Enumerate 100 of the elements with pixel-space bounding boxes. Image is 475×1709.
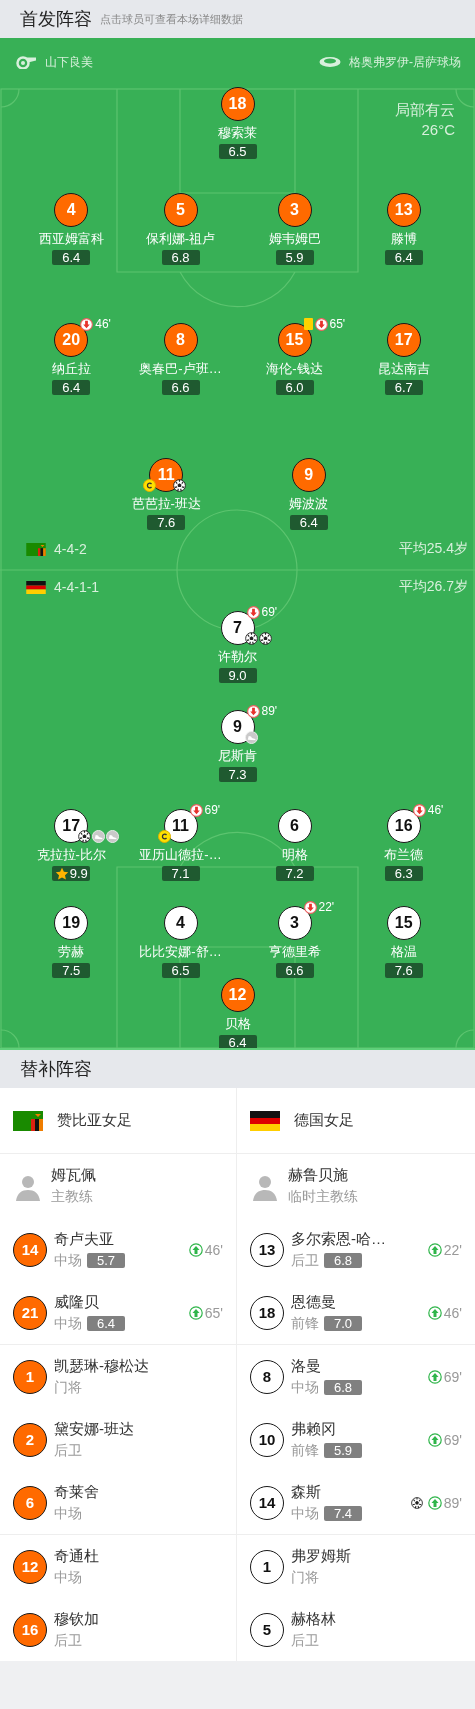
player-number[interactable]: 21 [13, 1295, 47, 1330]
player-number[interactable]: 12 [220, 978, 255, 1012]
player-name: 西亚姆富科 [38, 231, 104, 247]
substitution-in-icon [427, 1305, 442, 1320]
flag-icon [250, 1110, 280, 1131]
player-number[interactable]: 5 [250, 1612, 284, 1647]
football-icon [410, 1496, 423, 1509]
player-name: 亨德里希 [268, 944, 321, 960]
substitution-in-icon [427, 1369, 442, 1384]
player-position: 中场 [54, 1251, 82, 1270]
rating: 6.5 [171, 963, 190, 978]
rating: 9.9 [69, 866, 88, 881]
player-number[interactable]: 19 [54, 906, 89, 940]
player-number[interactable]: 2 [13, 1422, 47, 1457]
rating: 6.8 [324, 1253, 362, 1268]
rating: 7.0 [324, 1316, 362, 1331]
rating: 5.9 [285, 250, 304, 265]
player-name: 凯瑟琳-穆松达 [54, 1356, 149, 1376]
substitution-in-icon [427, 1495, 442, 1510]
player-number[interactable]: 5 [163, 193, 198, 227]
substitution-off-icon [303, 900, 317, 914]
player-number[interactable]: 1 [13, 1359, 47, 1394]
player-name: 明格 [281, 847, 308, 863]
player-number[interactable]: 12 [13, 1549, 47, 1584]
referee-name: 山下良美 [45, 53, 93, 71]
player-number[interactable]: 15 [277, 323, 312, 357]
player-number[interactable]: 20 [54, 323, 89, 357]
player-number[interactable]: 14 [13, 1232, 47, 1267]
substitution-minute: 46' [443, 1304, 462, 1321]
football-icon [258, 632, 272, 645]
player-name: 森斯 [291, 1482, 322, 1502]
substitution-minute: 22' [318, 900, 335, 914]
player-number[interactable]: 16 [13, 1612, 47, 1647]
player-number[interactable]: 13 [386, 193, 421, 227]
flag-icon [13, 1110, 43, 1131]
player-position: 门将 [291, 1568, 319, 1587]
player-name: 海伦-钱达 [266, 361, 323, 377]
player-name: 昆达南吉 [377, 361, 430, 377]
coach-role: 临时主教练 [288, 1188, 358, 1206]
player-number[interactable]: 6 [277, 809, 312, 843]
player-number[interactable]: 17 [386, 323, 421, 357]
rating: 7.6 [394, 963, 413, 978]
coach-name: 姆瓦佩 [51, 1166, 96, 1185]
rating: 6.4 [394, 250, 413, 265]
substitution-off-icon [314, 317, 328, 331]
rating: 7.1 [171, 866, 190, 881]
player-number[interactable]: 8 [163, 323, 198, 357]
player-number[interactable]: 4 [163, 906, 198, 940]
player-name: 奥春巴-卢班… [139, 361, 222, 377]
player-number[interactable]: 18 [250, 1295, 284, 1330]
player-number[interactable]: 8 [250, 1359, 284, 1394]
substitution-off-icon [246, 605, 260, 619]
player-name: 格温 [390, 944, 417, 960]
substitution-minute: 46' [95, 317, 111, 331]
rating: 6.4 [299, 515, 318, 530]
section-title: 首发阵容 [20, 8, 92, 31]
player-name: 芭芭拉-班达 [131, 496, 201, 512]
substitution-in-icon [188, 1242, 203, 1257]
player-name: 弗罗姆斯 [291, 1546, 351, 1566]
player-name: 黛安娜-班达 [54, 1419, 134, 1439]
player-number[interactable]: 17 [54, 809, 89, 843]
rating: 6.4 [87, 1316, 125, 1331]
substitution-in-icon [188, 1305, 203, 1320]
player-number[interactable]: 10 [250, 1422, 284, 1457]
player-name: 尼斯肯 [218, 748, 257, 764]
player-number[interactable]: 16 [386, 809, 421, 843]
player-name: 奇通杜 [54, 1546, 99, 1566]
substitution-off-icon [189, 803, 203, 817]
player-number[interactable]: 3 [277, 906, 312, 940]
player-number[interactable]: 18 [220, 87, 255, 121]
player-name: 弗赖冈 [291, 1419, 337, 1439]
substitution-minute: 89' [261, 704, 278, 718]
player-name: 保利娜-祖卢 [145, 231, 216, 247]
player-name: 克拉拉-比尔 [36, 847, 106, 863]
player-number[interactable]: 14 [250, 1485, 284, 1520]
player-number[interactable]: 4 [54, 193, 89, 227]
team-name: 赞比亚女足 [57, 1111, 132, 1130]
substitution-off-icon [80, 317, 94, 331]
rating: 6.6 [285, 963, 304, 978]
player-name: 奇莱舍 [54, 1482, 99, 1502]
player-number[interactable]: 3 [277, 193, 312, 227]
player-name: 许勒尔 [218, 649, 257, 665]
player-position: 中场 [291, 1504, 319, 1523]
player-number[interactable]: 13 [250, 1232, 284, 1267]
player-number[interactable]: 9 [291, 458, 326, 492]
player-number[interactable]: 1 [250, 1549, 284, 1584]
player-number[interactable]: 6 [13, 1485, 47, 1520]
rating: 5.9 [324, 1443, 362, 1458]
player-name: 姆韦姆巴 [268, 231, 321, 247]
player-name: 赫格林 [291, 1609, 336, 1629]
team-name: 德国女足 [294, 1111, 354, 1130]
rating: 7.4 [324, 1506, 362, 1521]
player-number[interactable]: 15 [386, 906, 421, 940]
star-icon [54, 866, 69, 881]
whistle-icon [15, 55, 37, 69]
player-name: 威隆贝 [54, 1292, 100, 1312]
substitution-in-icon [427, 1242, 442, 1257]
rating: 6.8 [324, 1380, 362, 1395]
rating: 7.2 [285, 866, 304, 881]
rating: 7.3 [228, 767, 247, 782]
